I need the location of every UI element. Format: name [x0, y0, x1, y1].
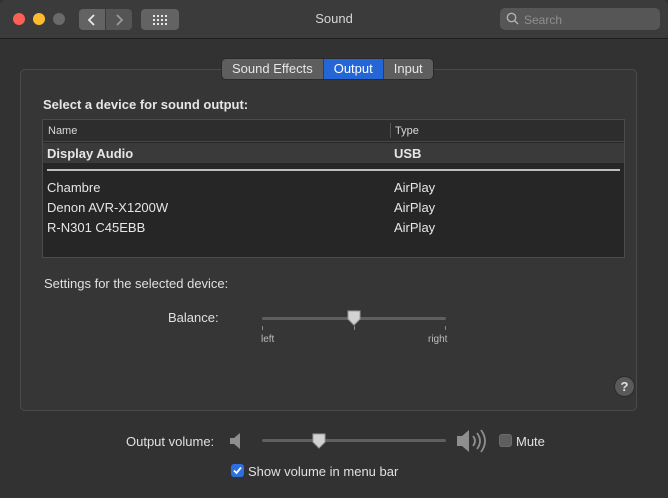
device-table[interactable]: Name Type Display Audio USB Chambre AirP…	[42, 119, 625, 258]
tab-sound-effects[interactable]: Sound Effects	[222, 59, 324, 79]
device-name: Denon AVR-X1200W	[47, 200, 169, 215]
device-name: Display Audio	[47, 146, 134, 161]
device-list-heading: Select a device for sound output:	[43, 97, 249, 112]
settings-heading: Settings for the selected device:	[44, 276, 229, 291]
search-icon	[506, 12, 519, 25]
balance-tick	[262, 326, 263, 330]
show-volume-checkbox[interactable]	[231, 464, 244, 477]
table-row[interactable]: Chambre AirPlay	[43, 177, 624, 197]
device-type: AirPlay	[394, 180, 436, 195]
speaker-low-icon	[230, 433, 240, 449]
device-type: USB	[394, 146, 422, 161]
search-input[interactable]	[522, 10, 658, 30]
table-divider	[47, 169, 620, 171]
table-header: Name Type	[43, 120, 624, 142]
column-header-name[interactable]: Name	[48, 125, 77, 137]
device-name: Chambre	[47, 180, 101, 195]
search-field[interactable]	[500, 8, 660, 30]
table-row[interactable]: Display Audio USB	[43, 143, 624, 163]
device-name: R-N301 C45EBB	[47, 220, 146, 235]
volume-track[interactable]	[262, 439, 446, 442]
tab-input[interactable]: Input	[383, 59, 433, 79]
balance-slider-knob[interactable]	[347, 310, 361, 326]
balance-tick	[354, 326, 355, 330]
sound-preferences-window: Sound Sound Effects Output Input Select …	[0, 0, 668, 498]
device-type: AirPlay	[394, 220, 436, 235]
mute-checkbox[interactable]	[499, 434, 512, 447]
balance-right-label: right	[428, 334, 448, 345]
help-button[interactable]: ?	[615, 377, 634, 396]
balance-left-label: left	[261, 334, 275, 345]
tab-bar: Sound Effects Output Input	[222, 59, 433, 79]
title-bar: Sound	[0, 0, 668, 39]
balance-tick	[445, 326, 446, 330]
table-row[interactable]: R-N301 C45EBB AirPlay	[43, 217, 624, 237]
mute-label: Mute	[516, 434, 545, 449]
tab-output[interactable]: Output	[323, 59, 384, 79]
volume-slider-knob[interactable]	[312, 433, 326, 449]
output-volume-label: Output volume:	[126, 434, 215, 449]
column-divider	[390, 123, 391, 138]
column-header-type[interactable]: Type	[395, 125, 419, 137]
device-type: AirPlay	[394, 200, 436, 215]
balance-label: Balance:	[168, 310, 219, 325]
show-volume-label: Show volume in menu bar	[248, 464, 399, 479]
speaker-high-icon	[457, 429, 486, 453]
checkmark-icon	[233, 466, 242, 475]
table-row[interactable]: Denon AVR-X1200W AirPlay	[43, 197, 624, 217]
